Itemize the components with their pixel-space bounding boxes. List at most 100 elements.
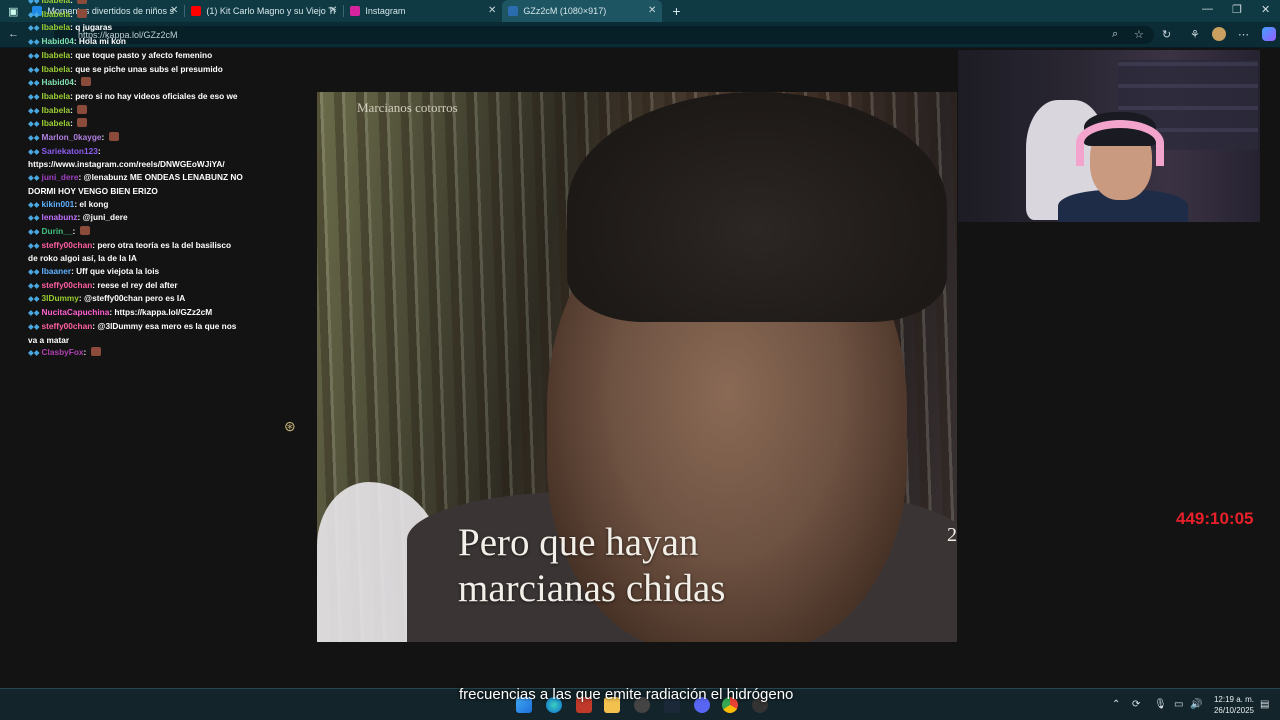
chat-username[interactable]: Habid04 <box>42 77 74 87</box>
chat-username[interactable]: Ibabela <box>42 50 71 60</box>
notifications-icon[interactable]: ▤ <box>1260 699 1269 710</box>
network-icon[interactable]: ▭ <box>1174 699 1183 710</box>
chat-message: ◆◆ Habid04: <box>28 76 243 90</box>
chat-username[interactable]: Ibabela <box>42 91 71 101</box>
instagram-icon <box>350 6 361 16</box>
chat-username[interactable]: Durin__ <box>42 226 73 236</box>
webcam-feed <box>958 50 1260 222</box>
chat-badge-icon: ◆◆ <box>28 280 40 290</box>
chat-username[interactable]: NucitaCapuchina <box>42 307 110 317</box>
copilot-icon[interactable] <box>1262 27 1276 41</box>
close-tab-icon[interactable]: ✕ <box>648 5 656 16</box>
chat-message-text: que se piche unas subs el presumido <box>75 63 223 74</box>
emote-icon <box>77 8 88 18</box>
new-tab-button[interactable]: + <box>672 3 680 19</box>
extensions-icon[interactable]: ⚘ <box>1190 28 1200 41</box>
chat-badge-icon: ◆◆ <box>28 9 40 19</box>
maximize-icon[interactable]: ❐ <box>1232 3 1242 16</box>
emote-icon <box>77 118 88 128</box>
close-tab-icon[interactable]: ✕ <box>488 5 496 16</box>
chat-message-text: @juni_dere <box>82 212 128 223</box>
favorite-star-icon[interactable]: ☆ <box>1134 28 1144 41</box>
emote-icon <box>80 77 91 87</box>
chat-badge-icon: ◆◆ <box>28 267 40 277</box>
chat-message: ◆◆ kikin001: el kong <box>28 198 109 209</box>
video-caption: Pero que hayan marcianas chidas <box>458 520 725 612</box>
chat-badge-icon: ◆◆ <box>28 240 40 250</box>
chat-message: ◆◆ lenabunz: @juni_dere <box>28 212 128 223</box>
close-window-icon[interactable]: ✕ <box>1261 3 1270 16</box>
zoom-icon[interactable]: ⌕ <box>1112 28 1118 41</box>
back-icon[interactable]: ← <box>8 28 19 40</box>
chat-message: ◆◆ steffy00chan: reese el rey del after <box>28 279 178 290</box>
chat-message-text: @steffy00chan pero es IA <box>83 293 186 304</box>
caption-line-2: marcianas chidas <box>458 567 726 610</box>
chat-username[interactable]: lenabunz <box>42 212 78 222</box>
chat-badge-icon: ◆◆ <box>28 0 40 5</box>
chat-username[interactable]: Ibabela <box>42 118 71 128</box>
emote-icon <box>77 104 88 114</box>
chat-badge-icon: ◆◆ <box>28 133 40 143</box>
chat-message: ◆◆ steffy00chan: @3lDummy esa mero es la … <box>28 320 237 345</box>
chat-badge-icon: ◆◆ <box>28 64 40 74</box>
chat-message-text: pero si no hay videos oficiales de eso w… <box>75 90 238 101</box>
chat-message-text: Uff que viejota la lois <box>76 266 160 277</box>
chat-badge-icon: ◆◆ <box>28 23 40 33</box>
system-clock[interactable]: 12:19 a. m. 26/10/2025 <box>1214 694 1254 716</box>
emote-icon <box>90 347 101 357</box>
chat-message: ◆◆ Marlon_0kayge: <box>28 131 243 145</box>
chat-username[interactable]: steffy00chan <box>42 280 93 290</box>
image-tab-icon <box>508 6 519 16</box>
chat-username[interactable]: Ibabela <box>42 0 71 5</box>
chat-badge-icon: ◆◆ <box>28 213 40 223</box>
chat-username[interactable]: Habid04 <box>42 36 74 46</box>
microphone-icon[interactable]: 🎙 <box>1154 699 1167 710</box>
tray-chevron-icon[interactable]: ⌃ <box>1112 699 1120 710</box>
stream-subtitle: frecuencias a las que emite radiación el… <box>459 686 794 703</box>
chat-badge-icon: ◆◆ <box>28 78 40 88</box>
chat-message-text: q jugaras <box>75 22 113 33</box>
chat-badge-icon: ◆◆ <box>28 119 40 129</box>
emote-icon <box>79 225 90 235</box>
video-frame: Marcianos cotorros Pero que hayan marcia… <box>317 92 957 642</box>
chat-badge-icon: ◆◆ <box>28 226 40 236</box>
chat-username[interactable]: juni_dere <box>42 172 79 182</box>
stream-chat: ◆◆ Ibabela: ◆◆ Ibabela: ◆◆ Ibabela: q jugar… <box>28 0 243 360</box>
chat-username[interactable]: Ibabela <box>42 105 71 115</box>
chat-message: ◆◆ Sariekaton123: https://www.instagram.c… <box>28 145 225 170</box>
chat-username[interactable]: Sariekaton123 <box>42 146 98 156</box>
chat-username[interactable]: steffy00chan <box>42 240 93 250</box>
chat-badge-icon: ◆◆ <box>28 173 40 183</box>
chat-username[interactable]: Ibabela <box>42 64 71 74</box>
chat-username[interactable]: Marlon_0kayge <box>42 132 102 142</box>
sidebar-toggle-icon[interactable]: ▣ <box>0 5 26 18</box>
chat-badge-icon: ◆◆ <box>28 294 40 304</box>
chat-username[interactable]: kikin001 <box>42 199 75 209</box>
chat-message: ◆◆ juni_dere: @lenabunz ME ONDEAS LENABUN… <box>28 172 243 196</box>
volume-icon[interactable]: 🔊 <box>1190 699 1202 710</box>
chat-badge-icon: ◆◆ <box>28 308 40 318</box>
chat-username[interactable]: Ibabela <box>42 22 71 32</box>
minimize-icon[interactable]: — <box>1202 3 1213 15</box>
video-channel-label: Marcianos cotorros <box>357 100 458 115</box>
chat-message: ◆◆ Durin__: <box>28 225 243 239</box>
chat-username[interactable]: 3lDummy <box>42 293 79 303</box>
close-tab-icon[interactable]: ✕ <box>329 5 337 16</box>
chat-username[interactable]: ClasbyFox <box>42 347 84 357</box>
tab-instagram[interactable]: Instagram ✕ <box>344 0 502 22</box>
chat-message-text: el kong <box>79 198 109 209</box>
sync-icon[interactable]: ⟳ <box>1132 699 1140 710</box>
chat-username[interactable]: Ibaaner <box>42 266 72 276</box>
chat-username[interactable]: Ibabela <box>42 9 71 19</box>
profile-avatar[interactable] <box>1212 27 1226 41</box>
chat-username[interactable]: steffy00chan <box>42 321 93 331</box>
chat-message: ◆◆ Ibabela: pero si no hay videos oficial… <box>28 90 238 101</box>
chat-message: ◆◆ Ibabela: <box>28 8 243 22</box>
video-page-number: 2 <box>947 524 957 546</box>
tab-gzz2cm[interactable]: GZz2cM (1080×917) ✕ <box>502 0 663 22</box>
chat-badge-icon: ◆◆ <box>28 348 40 358</box>
refresh-icon[interactable]: ↻ <box>1162 28 1171 41</box>
cursor-icon: ⊛ <box>284 418 296 434</box>
more-menu-icon[interactable]: ⋯ <box>1238 28 1249 41</box>
chat-message: ◆◆ Ibabela: <box>28 0 243 8</box>
